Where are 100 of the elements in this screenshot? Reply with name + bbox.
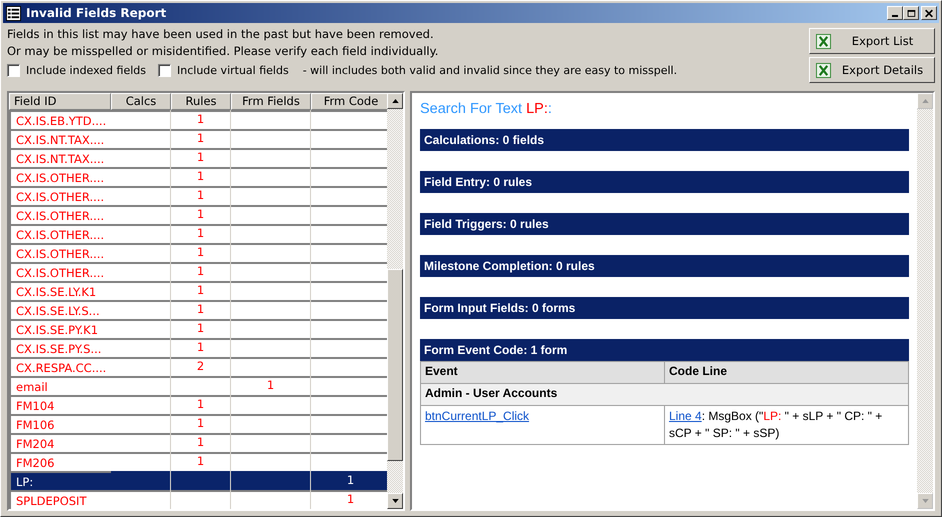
table-cell: 1 xyxy=(196,131,204,145)
table-cell: 1 xyxy=(196,435,204,449)
table-row[interactable]: CX.IS.NT.TAX.... 1 xyxy=(9,148,387,167)
section-header: Calculations: 0 fields xyxy=(420,129,909,151)
table-row[interactable]: FM206 1 xyxy=(9,452,387,471)
table-cell-text: FM104 xyxy=(16,398,54,415)
search-heading: Search For Text LP:: xyxy=(420,101,553,119)
maximize-button[interactable] xyxy=(903,6,919,20)
table-cell: 1 xyxy=(196,169,204,183)
down-arrow-icon xyxy=(922,499,928,503)
table-cell-text: CX.IS.NT.TAX.... xyxy=(16,151,104,168)
window-title: Invalid Fields Report xyxy=(26,6,168,20)
scroll-thumb[interactable] xyxy=(387,269,403,461)
maximize-icon xyxy=(906,8,916,18)
table-cell: 1 xyxy=(196,321,204,335)
spreadsheet-icon xyxy=(816,62,831,78)
table-cell: 1 xyxy=(196,245,204,259)
table-row[interactable]: CX.IS.NT.TAX.... 1 xyxy=(9,129,387,148)
table-cell: 1 xyxy=(196,207,204,221)
section-header: Field Entry: 0 rules xyxy=(420,171,909,193)
instruction-text: Or may be misspelled or misidentified. Please verify each field individually. xyxy=(7,43,440,60)
table-cell: 1 xyxy=(196,397,204,411)
checkbox[interactable] xyxy=(158,64,172,77)
table-cell-text: LP: xyxy=(16,474,34,491)
table-cell: 1 xyxy=(346,473,354,487)
table-cell-text: email xyxy=(16,379,48,396)
table-cell: 1 xyxy=(196,302,204,316)
table-cell-text: CX.IS.OTHER.... xyxy=(16,189,104,206)
down-arrow-icon xyxy=(392,499,398,503)
table-cell-text: CX.IS.NT.TAX.... xyxy=(16,132,104,149)
options-note: - will includes both valid and invalid since they are easy to misspell. xyxy=(302,64,678,77)
export-button[interactable]: Export List xyxy=(809,28,935,54)
table-cell: 1 xyxy=(196,283,204,297)
scrollbar[interactable] xyxy=(387,93,403,509)
column-header[interactable]: Frm Code xyxy=(311,93,387,110)
table-row[interactable]: CX.IS.SE.PY.K1 1 xyxy=(9,319,387,338)
table-cell-text: CX.IS.OTHER.... xyxy=(16,227,104,244)
list-icon xyxy=(6,6,21,20)
table-cell-text: CX.IS.OTHER.... xyxy=(16,246,104,263)
table-cell-text: CX.IS.SE.LY.K1 xyxy=(16,284,96,301)
table-cell: 1 xyxy=(196,188,204,202)
table-cell: 1 xyxy=(196,112,204,126)
table-cell-text: CX.IS.OTHER.... xyxy=(16,208,104,225)
spreadsheet-icon xyxy=(816,34,831,48)
table-row[interactable]: CX.IS.EB.YTD.... 1 xyxy=(9,110,387,129)
table-cell-text: FM106 xyxy=(16,417,54,434)
table-row[interactable]: email 1 xyxy=(9,376,387,395)
minimize-button[interactable] xyxy=(887,6,903,20)
section-header: Milestone Completion: 0 rules xyxy=(420,255,909,277)
table-row[interactable]: FM104 1 xyxy=(9,395,387,414)
up-arrow-icon xyxy=(392,99,398,103)
column-header: Code Line xyxy=(664,362,908,384)
table-row[interactable]: CX.IS.OTHER.... 1 xyxy=(9,186,387,205)
table-cell: 1 xyxy=(196,454,204,468)
event-link[interactable]: btnCurrentLP_Click xyxy=(425,409,530,423)
table-cell-text: CX.IS.SE.PY.S... xyxy=(16,341,102,358)
table-row[interactable]: CX.IS.SE.PY.S... 1 xyxy=(9,338,387,357)
table-cell: 1 xyxy=(196,150,204,164)
table-row[interactable]: FM106 1 xyxy=(9,414,387,433)
table-row[interactable]: CX.IS.OTHER.... 1 xyxy=(9,243,387,262)
table-cell-text: CX.IS.OTHER.... xyxy=(16,265,104,282)
table-row[interactable]: FM204 1 xyxy=(9,433,387,452)
table-cell-text: CX.IS.SE.PY.K1 xyxy=(16,322,98,339)
column-header[interactable]: Rules xyxy=(171,93,231,110)
code-line: Line 4: MsgBox ("LP: " + sLP + " CP: " + sCP + " SP: " + sSP) xyxy=(669,409,882,440)
table-cell: 1 xyxy=(196,416,204,430)
table-row[interactable]: CX.IS.OTHER.... 1 xyxy=(9,262,387,281)
group-row: Admin - User Accounts xyxy=(420,384,908,406)
table-cell: 1 xyxy=(196,226,204,240)
table-cell: 1 xyxy=(196,340,204,354)
checkbox-label: Include indexed fields xyxy=(26,64,146,77)
table-cell-text: FM204 xyxy=(16,436,54,453)
table-row[interactable]: CX.IS.OTHER.... 1 xyxy=(9,224,387,243)
table-cell: 1 xyxy=(266,378,274,392)
line-link[interactable]: Line 4 xyxy=(669,409,702,423)
checkbox-label: Include virtual fields xyxy=(177,64,289,77)
table-row[interactable]: CX.IS.SE.LY.S... 1 xyxy=(9,300,387,319)
table-row[interactable]: SPLDEPOSIT 1 xyxy=(9,490,387,509)
table-cell-text: CX.IS.OTHER.... xyxy=(16,170,104,187)
close-icon xyxy=(924,8,934,18)
table-cell: 1 xyxy=(196,264,204,278)
table-cell-text: CX.RESPA.CC.... xyxy=(16,360,106,377)
section-header: Form Input Fields: 0 forms xyxy=(420,297,909,319)
table-row[interactable]: LP: 1 xyxy=(9,471,387,490)
up-arrow-icon xyxy=(922,99,928,103)
table-row[interactable]: CX.IS.OTHER.... 1 xyxy=(9,205,387,224)
close-button[interactable] xyxy=(921,6,937,20)
table-row[interactable]: CX.IS.OTHER.... 1 xyxy=(9,167,387,186)
table-cell-text: SPLDEPOSIT xyxy=(16,493,86,509)
export-button[interactable]: Export Details xyxy=(809,57,935,83)
column-header[interactable]: Field ID xyxy=(9,93,111,110)
checkbox[interactable] xyxy=(7,64,20,77)
table-cell-text: CX.IS.EB.YTD.... xyxy=(16,113,106,130)
column-header[interactable]: Frm Fields xyxy=(231,93,311,110)
column-header[interactable]: Calcs xyxy=(111,93,171,110)
instruction-text: Fields in this list may have been used in the past but have been removed. xyxy=(7,26,435,43)
table-cell-text: CX.IS.SE.LY.S... xyxy=(16,303,100,320)
scrollbar[interactable] xyxy=(917,93,933,509)
table-row[interactable]: CX.IS.SE.LY.K1 1 xyxy=(9,281,387,300)
table-row[interactable]: CX.RESPA.CC.... 2 xyxy=(9,357,387,376)
